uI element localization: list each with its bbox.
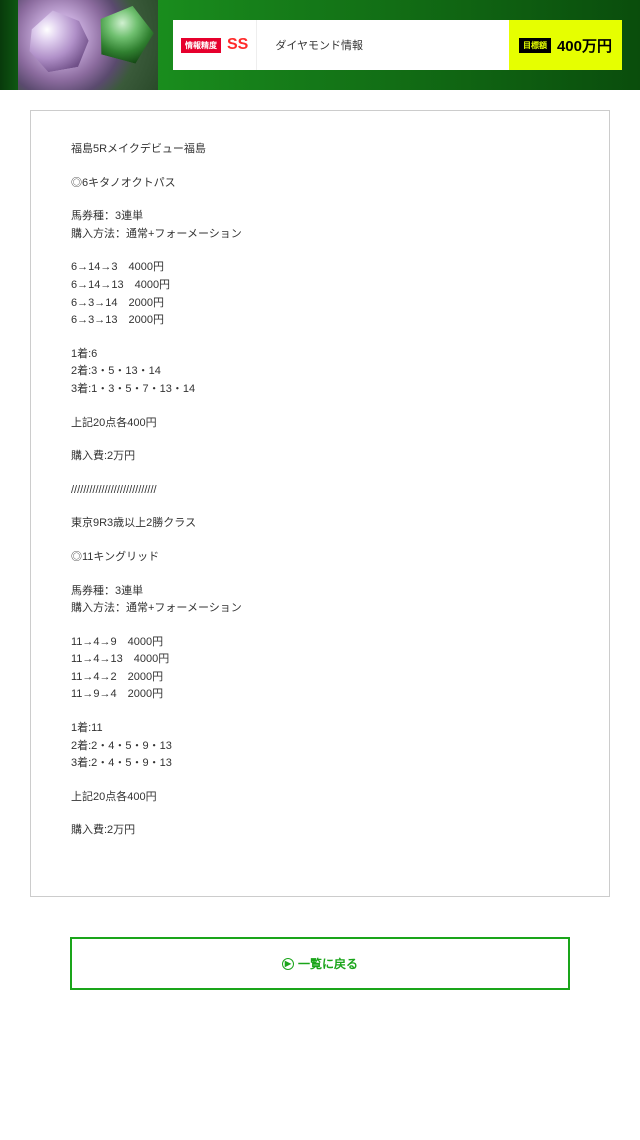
race2-summary: 上記20点各400円 — [71, 789, 569, 807]
section-divider: //////////////////////////// — [71, 482, 569, 500]
info-title: ダイヤモンド情報 — [256, 20, 509, 70]
target-badge: 目標額 — [519, 38, 551, 53]
hero-banner: 情報精度 SS ダイヤモンド情報 目標額 400万円 — [0, 0, 640, 90]
race2-cost: 購入費:2万円 — [71, 822, 569, 840]
race2-pick: ◎11キングリッド — [71, 549, 569, 567]
target-amount: 400万円 — [557, 35, 612, 56]
race1-title: 福島5Rメイクデビュー福島 — [71, 141, 569, 159]
race1-type: 馬券種：3連単 購入方法：通常+フォーメーション — [71, 208, 569, 243]
race1-summary: 上記20点各400円 — [71, 415, 569, 433]
accuracy-box: 情報精度 SS — [173, 20, 256, 70]
target-box: 目標額 400万円 — [509, 20, 622, 70]
back-to-list-button[interactable]: ▶ 一覧に戻る — [70, 937, 570, 990]
hero-diamond-image — [18, 0, 158, 90]
race2-placings: 1着:11 2着:2・4・5・9・13 3着:2・4・5・9・13 — [71, 720, 569, 773]
race1-pick: ◎6キタノオクトパス — [71, 175, 569, 193]
race2-bets: 11→4→9 4000円 11→4→13 4000円 11→4→2 2000円 … — [71, 634, 569, 704]
content-wrapper: 福島5Rメイクデビュー福島 ◎6キタノオクトパス 馬券種：3連単 購入方法：通常… — [0, 90, 640, 917]
grade-text: SS — [227, 36, 248, 54]
arrow-right-circle-icon: ▶ — [282, 958, 294, 970]
race2-type: 馬券種：3連単 購入方法：通常+フォーメーション — [71, 583, 569, 618]
hero-content: 情報精度 SS ダイヤモンド情報 目標額 400万円 — [173, 20, 622, 70]
race1-bets: 6→14→3 4000円 6→14→13 4000円 6→3→14 2000円 … — [71, 259, 569, 329]
accuracy-badge: 情報精度 — [181, 38, 221, 53]
race2-title: 東京9R3歳以上2勝クラス — [71, 515, 569, 533]
race1-placings: 1着:6 2着:3・5・13・14 3着:1・3・5・7・13・14 — [71, 346, 569, 399]
race1-cost: 購入費:2万円 — [71, 448, 569, 466]
back-button-label: 一覧に戻る — [298, 955, 358, 972]
content-box: 福島5Rメイクデビュー福島 ◎6キタノオクトパス 馬券種：3連単 購入方法：通常… — [30, 110, 610, 897]
